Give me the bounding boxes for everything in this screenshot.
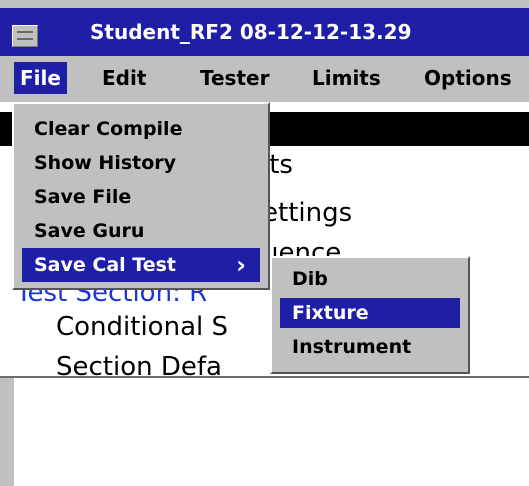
file-menu-dropdown: Clear Compile Show History Save File Sav… bbox=[12, 102, 270, 290]
output-pane bbox=[0, 378, 529, 486]
tree-row[interactable]: Conditional S bbox=[56, 312, 228, 342]
menu-limits[interactable]: Limits bbox=[306, 62, 387, 94]
menu-options[interactable]: Options bbox=[418, 62, 518, 94]
menu-item-clear-compile[interactable]: Clear Compile bbox=[22, 112, 194, 146]
window-title: Student_RF2 08-12-12-13.29 bbox=[90, 20, 412, 44]
submenu-item-fixture[interactable]: Fixture bbox=[280, 298, 460, 328]
menu-item-save-cal-test-label: Save Cal Test bbox=[34, 254, 176, 276]
submenu-item-instrument[interactable]: Instrument bbox=[280, 332, 460, 362]
menu-bar: File Edit Tester Limits Options bbox=[0, 56, 529, 102]
menu-tester[interactable]: Tester bbox=[194, 62, 275, 94]
menu-item-show-history[interactable]: Show History bbox=[22, 146, 188, 180]
menu-item-save-cal-test[interactable]: Save Cal Test › bbox=[22, 248, 260, 282]
title-bar: Student_RF2 08-12-12-13.29 bbox=[0, 0, 529, 56]
menu-file[interactable]: File bbox=[14, 62, 67, 94]
tree-row[interactable]: Section Defa bbox=[56, 352, 222, 376]
submenu-arrow-icon: › bbox=[236, 251, 246, 279]
system-menu-icon[interactable] bbox=[12, 25, 38, 47]
output-pane-edge bbox=[0, 378, 14, 486]
menu-item-save-file[interactable]: Save File bbox=[22, 180, 143, 214]
menu-edit[interactable]: Edit bbox=[96, 62, 152, 94]
menu-item-save-guru[interactable]: Save Guru bbox=[22, 214, 156, 248]
submenu-item-dib[interactable]: Dib bbox=[280, 264, 460, 294]
tree-row[interactable]: ettings bbox=[262, 198, 352, 228]
save-cal-test-submenu: Dib Fixture Instrument bbox=[270, 256, 470, 374]
